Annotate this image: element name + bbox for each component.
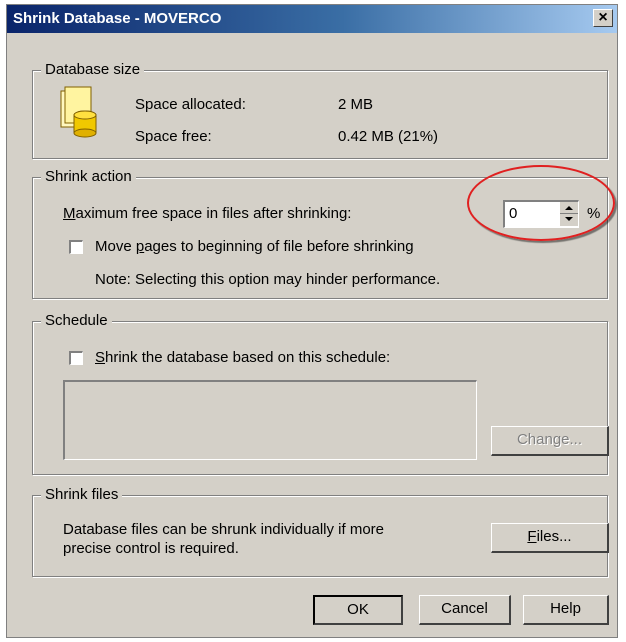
database-size-legend: Database size xyxy=(41,61,145,78)
title-bar: Shrink Database - MOVERCO × xyxy=(7,5,617,33)
space-free-label: Space free: xyxy=(135,128,212,145)
shrink-database-dialog: Shrink Database - MOVERCO × Database siz… xyxy=(6,4,618,638)
shrink-action-legend: Shrink action xyxy=(41,168,136,185)
schedule-checkbox[interactable] xyxy=(69,351,83,365)
close-icon: × xyxy=(598,9,608,26)
highlight-ellipse xyxy=(467,165,615,241)
ok-button[interactable]: OK xyxy=(313,595,403,625)
shrink-files-group: Shrink files Database files can be shrun… xyxy=(32,486,609,577)
space-free-value: 0.42 MB (21%) xyxy=(338,128,439,145)
move-pages-label: Move pages to beginning of file before s… xyxy=(95,238,414,255)
shrink-files-description-line2: precise control is required. xyxy=(63,540,239,557)
move-pages-checkbox[interactable] xyxy=(69,240,83,254)
shrink-files-legend: Shrink files xyxy=(41,486,123,503)
space-allocated-value: 2 MB xyxy=(338,96,374,113)
change-button[interactable]: Change... xyxy=(491,426,609,456)
close-button[interactable]: × xyxy=(593,9,613,27)
performance-note: Note: Selecting this option may hinder p… xyxy=(95,271,441,288)
files-button[interactable]: Files... xyxy=(491,523,609,553)
shrink-files-description-line1: Database files can be shrunk individuall… xyxy=(63,521,384,538)
space-allocated-label: Space allocated: xyxy=(135,96,246,113)
database-size-group: Database size Space allocated: 2 MB Spac… xyxy=(32,61,608,159)
help-button[interactable]: Help xyxy=(523,595,609,625)
cancel-button[interactable]: Cancel xyxy=(419,595,511,625)
schedule-description-box xyxy=(63,380,477,460)
database-icon xyxy=(60,86,97,138)
window-title: Shrink Database - MOVERCO xyxy=(13,10,222,27)
schedule-checkbox-label: Shrink the database based on this schedu… xyxy=(95,349,391,366)
max-free-space-label: Maximum free space in files after shrink… xyxy=(63,205,352,222)
schedule-legend: Schedule xyxy=(41,312,112,329)
schedule-group: Schedule Shrink the database based on th… xyxy=(32,312,609,475)
